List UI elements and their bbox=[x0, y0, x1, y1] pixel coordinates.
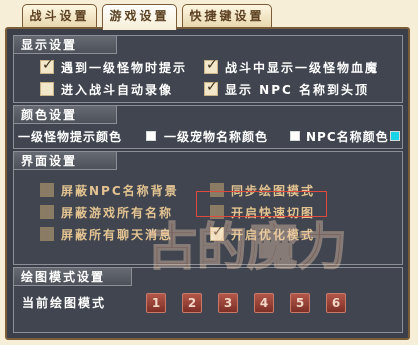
option-npc-name-overhead[interactable]: ✓ 显示 NPC 名称到头顶 bbox=[204, 79, 369, 99]
settings-window: 战斗设置 游戏设置 快捷键设置 显示设置 ✓ 遇到一级怪物时提示 ✓ 战斗中显示… bbox=[0, 0, 418, 345]
npc-color-label: NPC名称颜色 bbox=[306, 130, 389, 144]
option-label: 屏蔽NPC名称背景 bbox=[61, 183, 179, 198]
checkbox[interactable]: ✓ bbox=[204, 57, 218, 74]
monster-color-swatch[interactable] bbox=[146, 131, 156, 141]
option-show-monster-hp[interactable]: ✓ 战斗中显示一级怪物血魔 bbox=[204, 57, 379, 77]
tab-battle-settings[interactable]: 战斗设置 bbox=[22, 4, 97, 28]
checkmark-icon: ✓ bbox=[206, 57, 218, 73]
option-monster-alert[interactable]: ✓ 遇到一级怪物时提示 bbox=[40, 57, 187, 77]
game-logo-watermark: 古的魔力 bbox=[146, 216, 348, 276]
draw-mode-button-4[interactable]: 4 bbox=[254, 293, 274, 313]
display-settings-title: 显示设置 bbox=[14, 36, 117, 54]
color-settings-title: 颜色设置 bbox=[14, 106, 117, 124]
interface-settings-title: 界面设置 bbox=[14, 152, 117, 170]
checkmark-icon: ✓ bbox=[42, 57, 54, 73]
tab-hotkey-settings[interactable]: 快捷键设置 bbox=[182, 4, 272, 28]
draw-mode-button-3[interactable]: 3 bbox=[218, 293, 238, 313]
checkbox[interactable]: ✓ bbox=[40, 57, 54, 74]
option-hide-npc-name-bg[interactable]: 屏蔽NPC名称背景 bbox=[40, 180, 179, 200]
draw-mode-title: 绘图模式设置 bbox=[14, 268, 132, 286]
checkbox[interactable] bbox=[40, 227, 54, 241]
option-sync-draw-mode[interactable]: 同步绘图模式 bbox=[210, 180, 315, 200]
option-label: 进入战斗自动录像 bbox=[61, 82, 174, 97]
draw-mode-button-5[interactable]: 5 bbox=[290, 293, 310, 313]
draw-mode-section: 绘图模式设置 当前绘图模式 1 2 3 4 5 6 bbox=[13, 267, 403, 333]
display-settings-section: 显示设置 ✓ 遇到一级怪物时提示 ✓ 战斗中显示一级怪物血魔 进入战斗自动录像 … bbox=[13, 35, 403, 103]
npc-color-swatch[interactable] bbox=[390, 131, 400, 141]
option-label: 同步绘图模式 bbox=[231, 183, 316, 198]
draw-mode-button-1[interactable]: 1 bbox=[146, 293, 166, 313]
watermark-text: 古的魔力 bbox=[147, 217, 347, 276]
checkbox[interactable] bbox=[210, 183, 224, 197]
pet-color-swatch[interactable] bbox=[290, 131, 300, 141]
tab-game-settings[interactable]: 游戏设置 bbox=[102, 4, 177, 30]
checkbox[interactable] bbox=[40, 183, 54, 197]
color-settings-section: 颜色设置 一级怪物提示颜色 一级宠物名称颜色 NPC名称颜色 bbox=[13, 105, 403, 149]
checkbox[interactable] bbox=[40, 205, 54, 219]
settings-panel: 显示设置 ✓ 遇到一级怪物时提示 ✓ 战斗中显示一级怪物血魔 进入战斗自动录像 … bbox=[5, 27, 410, 340]
draw-mode-label: 当前绘图模式 bbox=[22, 296, 107, 310]
color-row: 一级怪物提示颜色 一级宠物名称颜色 NPC名称颜色 bbox=[14, 128, 402, 146]
draw-mode-button-2[interactable]: 2 bbox=[182, 293, 202, 313]
option-label: 显示 NPC 名称到头顶 bbox=[225, 82, 370, 97]
option-label: 遇到一级怪物时提示 bbox=[61, 60, 188, 75]
checkbox[interactable] bbox=[40, 82, 54, 96]
monster-color-label: 一级怪物提示颜色 bbox=[18, 130, 123, 144]
checkmark-icon: ✓ bbox=[206, 79, 218, 95]
option-label: 战斗中显示一级怪物血魔 bbox=[225, 60, 380, 75]
checkbox[interactable]: ✓ bbox=[204, 79, 218, 96]
pet-color-label: 一级宠物名称颜色 bbox=[164, 130, 269, 144]
draw-mode-button-6[interactable]: 6 bbox=[326, 293, 346, 313]
option-auto-record[interactable]: 进入战斗自动录像 bbox=[40, 79, 173, 99]
